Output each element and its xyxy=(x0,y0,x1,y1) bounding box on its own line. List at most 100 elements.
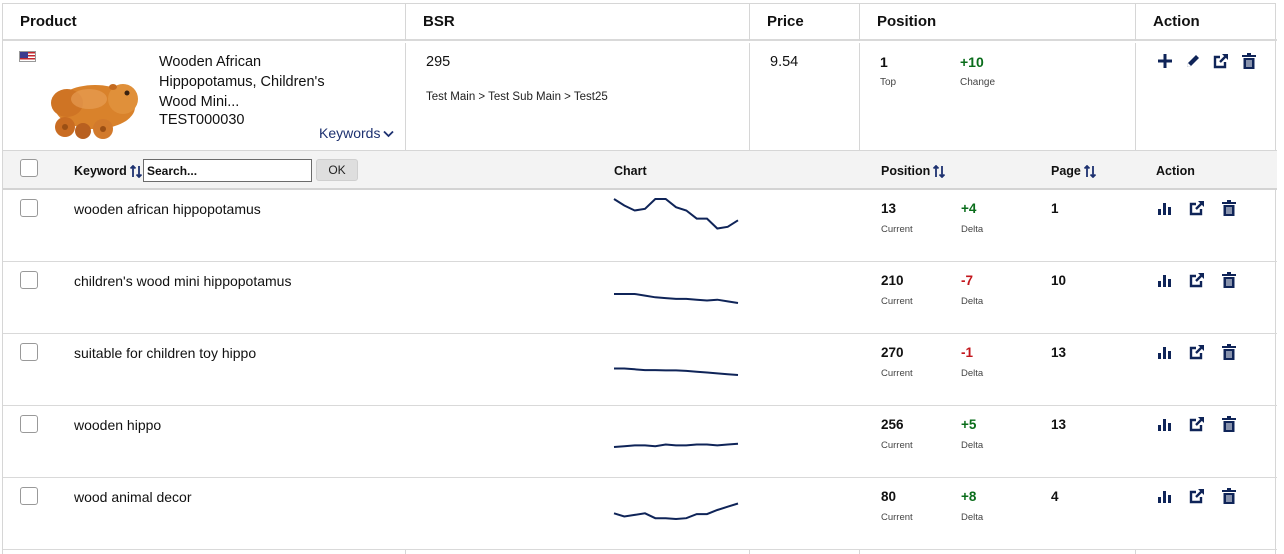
keyword-sort-header[interactable]: Keyword xyxy=(74,164,142,179)
external-link-icon[interactable] xyxy=(1188,199,1206,217)
delta-label: Delta xyxy=(961,512,984,523)
external-link-icon[interactable] xyxy=(1188,487,1206,505)
current-position-value: 270 xyxy=(881,345,904,360)
keyword-text: wooden african hippopotamus xyxy=(74,201,261,217)
external-link-icon[interactable] xyxy=(1212,52,1230,70)
keyword-trend-sparkline xyxy=(613,502,739,521)
position-top-label: Top xyxy=(880,77,897,88)
keyword-trend-sparkline xyxy=(613,198,739,230)
table-bottom-edge xyxy=(3,550,1277,554)
current-position-value: 210 xyxy=(881,273,904,288)
bsr-column-header: BSR xyxy=(406,4,750,41)
product-action-cell xyxy=(1136,43,1277,150)
keyword-row-checkbox[interactable] xyxy=(20,415,38,433)
bar-chart-icon[interactable] xyxy=(1156,199,1174,217)
keyword-search-input[interactable] xyxy=(143,159,312,182)
price-cell: 9.54 xyxy=(750,43,860,150)
current-label: Current xyxy=(881,440,913,451)
current-position-value: 256 xyxy=(881,417,904,432)
sort-icon[interactable] xyxy=(1083,165,1096,179)
current-label: Current xyxy=(881,368,913,379)
position-column-header: Position xyxy=(860,4,1136,41)
trend-line xyxy=(613,502,739,521)
bar-chart-icon[interactable] xyxy=(1156,415,1174,433)
product-row: Wooden African Hippopotamus, Children's … xyxy=(3,43,1277,150)
search-ok-button[interactable]: OK xyxy=(316,159,358,181)
product-column-header: Product xyxy=(3,4,406,41)
keyword-row-checkbox[interactable] xyxy=(20,199,38,217)
delta-value: -7 xyxy=(961,273,974,288)
page-value: 13 xyxy=(1051,345,1067,360)
external-link-icon[interactable] xyxy=(1188,343,1206,361)
trash-icon[interactable] xyxy=(1240,52,1258,70)
sort-icon[interactable] xyxy=(933,165,946,179)
page-value: 4 xyxy=(1051,489,1059,504)
keyword-trend-sparkline xyxy=(614,367,739,376)
plus-icon[interactable] xyxy=(1156,52,1174,70)
keyword-text: wooden hippo xyxy=(74,417,162,433)
page-header-label[interactable]: Page xyxy=(1051,164,1081,178)
bar-chart-icon[interactable] xyxy=(1156,343,1174,361)
product-title[interactable]: Wooden African Hippopotamus, Children's … xyxy=(159,52,349,112)
keyword-row-checkbox[interactable] xyxy=(20,271,38,289)
product-tracker-table: Product BSR Price Position Action Wooden… xyxy=(2,3,1277,554)
keyword-header-row: Keyword OK Chart Position Page Action xyxy=(3,150,1277,190)
delta-value: +5 xyxy=(961,417,977,432)
bar-chart-icon[interactable] xyxy=(1156,271,1174,289)
external-link-icon[interactable] xyxy=(1188,271,1206,289)
trash-icon[interactable] xyxy=(1220,343,1238,361)
external-link-icon[interactable] xyxy=(1188,415,1206,433)
product-cell: Wooden African Hippopotamus, Children's … xyxy=(3,43,406,150)
action-column-header: Action xyxy=(1153,13,1200,30)
keyword-text: children's wood mini hippopotamus xyxy=(74,273,292,289)
keyword-trend-sparkline xyxy=(614,293,739,304)
trash-icon[interactable] xyxy=(1220,415,1238,433)
position-header-label[interactable]: Position xyxy=(881,164,930,178)
page-value: 13 xyxy=(1051,417,1067,432)
price-value: 9.54 xyxy=(770,54,799,70)
keyword-action-header: Action xyxy=(1156,164,1195,178)
page-value: 1 xyxy=(1051,201,1059,216)
trash-icon[interactable] xyxy=(1220,199,1238,217)
product-sku: TEST000030 xyxy=(159,112,245,128)
select-all-checkbox[interactable] xyxy=(20,159,38,177)
keyword-header-label[interactable]: Keyword xyxy=(74,164,127,178)
trash-icon[interactable] xyxy=(1220,487,1238,505)
delta-label: Delta xyxy=(961,440,984,451)
delta-label: Delta xyxy=(961,368,984,379)
bsr-value: 295 xyxy=(426,54,451,70)
trend-line xyxy=(614,367,739,376)
keyword-row: wood animal decor 80 Current +8 Delta 4 xyxy=(3,478,1277,550)
sort-icon[interactable] xyxy=(129,165,142,179)
keywords-link-label[interactable]: Keywords xyxy=(319,125,380,141)
price-column-header: Price xyxy=(750,4,860,41)
keyword-row: wooden hippo 256 Current +5 Delta 13 xyxy=(3,406,1277,478)
keyword-row-checkbox[interactable] xyxy=(20,343,38,361)
keyword-row: children's wood mini hippopotamus 210 Curr… xyxy=(3,262,1277,334)
bar-chart-icon[interactable] xyxy=(1156,487,1174,505)
current-label: Current xyxy=(881,224,913,235)
position-change-value: +10 xyxy=(960,54,984,70)
trend-line xyxy=(613,442,739,448)
chart-column-header: Chart xyxy=(614,164,647,178)
trash-icon[interactable] xyxy=(1220,271,1238,289)
chevron-down-icon xyxy=(383,131,395,138)
keywords-toggle-link[interactable]: Keywords xyxy=(319,125,395,141)
current-label: Current xyxy=(881,296,913,307)
pencil-icon[interactable] xyxy=(1184,52,1202,70)
keyword-trend-sparkline xyxy=(613,442,739,448)
bsr-cell: 295 Test Main > Test Sub Main > Test25 xyxy=(406,43,750,150)
page-value: 10 xyxy=(1051,273,1067,288)
trend-line xyxy=(613,198,739,230)
current-label: Current xyxy=(881,512,913,523)
current-position-value: 80 xyxy=(881,489,897,504)
keyword-row: suitable for children toy hippo 270 Curren… xyxy=(3,334,1277,406)
product-image xyxy=(51,84,138,139)
category-path: Test Main > Test Sub Main > Test25 xyxy=(426,91,608,103)
keyword-row-checkbox[interactable] xyxy=(20,487,38,505)
delta-value: +8 xyxy=(961,489,977,504)
delta-label: Delta xyxy=(961,224,984,235)
page-sort-header[interactable]: Page xyxy=(1051,164,1096,179)
keyword-text: suitable for children toy hippo xyxy=(74,345,257,361)
position-sort-header[interactable]: Position xyxy=(881,164,946,179)
